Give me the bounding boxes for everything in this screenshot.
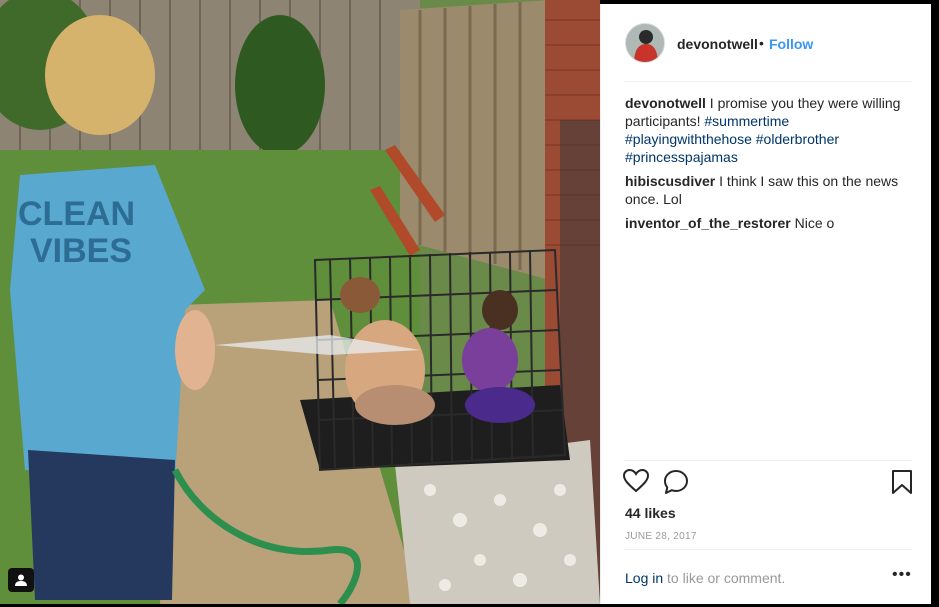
shirt-text-line2: VIBES [30,232,132,270]
avatar[interactable] [625,23,665,63]
comment-item: hibiscusdiver I think I saw this on the … [625,172,915,208]
comment-icon[interactable] [663,469,689,495]
post-details-panel: devonotwell • Follow devonotwell I promi… [600,4,932,604]
action-bar [623,469,913,499]
comment-text: Nice o [790,215,835,231]
header-separator: • [759,35,764,51]
user-tag-icon [15,574,27,586]
shirt-text-line1: CLEAN [18,195,135,233]
post-date[interactable]: JUNE 28, 2017 [625,531,697,542]
right-edge-strip [931,0,939,607]
comment-item: inventor_of_the_restorer Nice o [625,214,915,232]
likes-count[interactable]: 44 likes [625,505,676,521]
comment-username[interactable]: hibiscusdiver [625,173,715,189]
login-prompt-text: to like or comment. [663,570,786,586]
follow-button[interactable]: Follow [769,36,813,52]
caption-username[interactable]: devonotwell [625,95,706,111]
post-header: devonotwell • Follow [601,4,932,82]
footer-divider [624,549,912,550]
comment-username[interactable]: inventor_of_the_restorer [625,215,791,231]
bookmark-icon[interactable] [891,469,913,495]
heart-icon[interactable] [623,469,649,493]
caption: devonotwell I promise you they were will… [625,94,915,166]
login-link[interactable]: Log in [625,570,663,586]
post-photo[interactable]: CLEAN VIBES [0,0,600,604]
hashtag-link[interactable]: #playingwiththehose [625,131,752,147]
header-divider [624,81,912,82]
tagged-users-button[interactable] [8,568,34,592]
hashtag-link[interactable]: #summertime [704,113,789,129]
comments-list: devonotwell I promise you they were will… [625,94,915,238]
hashtag-link[interactable]: #olderbrother [756,131,839,147]
header-username[interactable]: devonotwell [677,36,758,52]
instagram-post-modal: CLEAN VIBES devonotwell • Follow devonot… [0,0,939,607]
actions-divider [624,460,912,461]
login-prompt: Log in to like or comment. [625,570,785,586]
more-options-button[interactable]: ••• [892,566,912,584]
hashtag-link[interactable]: #princesspajamas [625,149,738,165]
